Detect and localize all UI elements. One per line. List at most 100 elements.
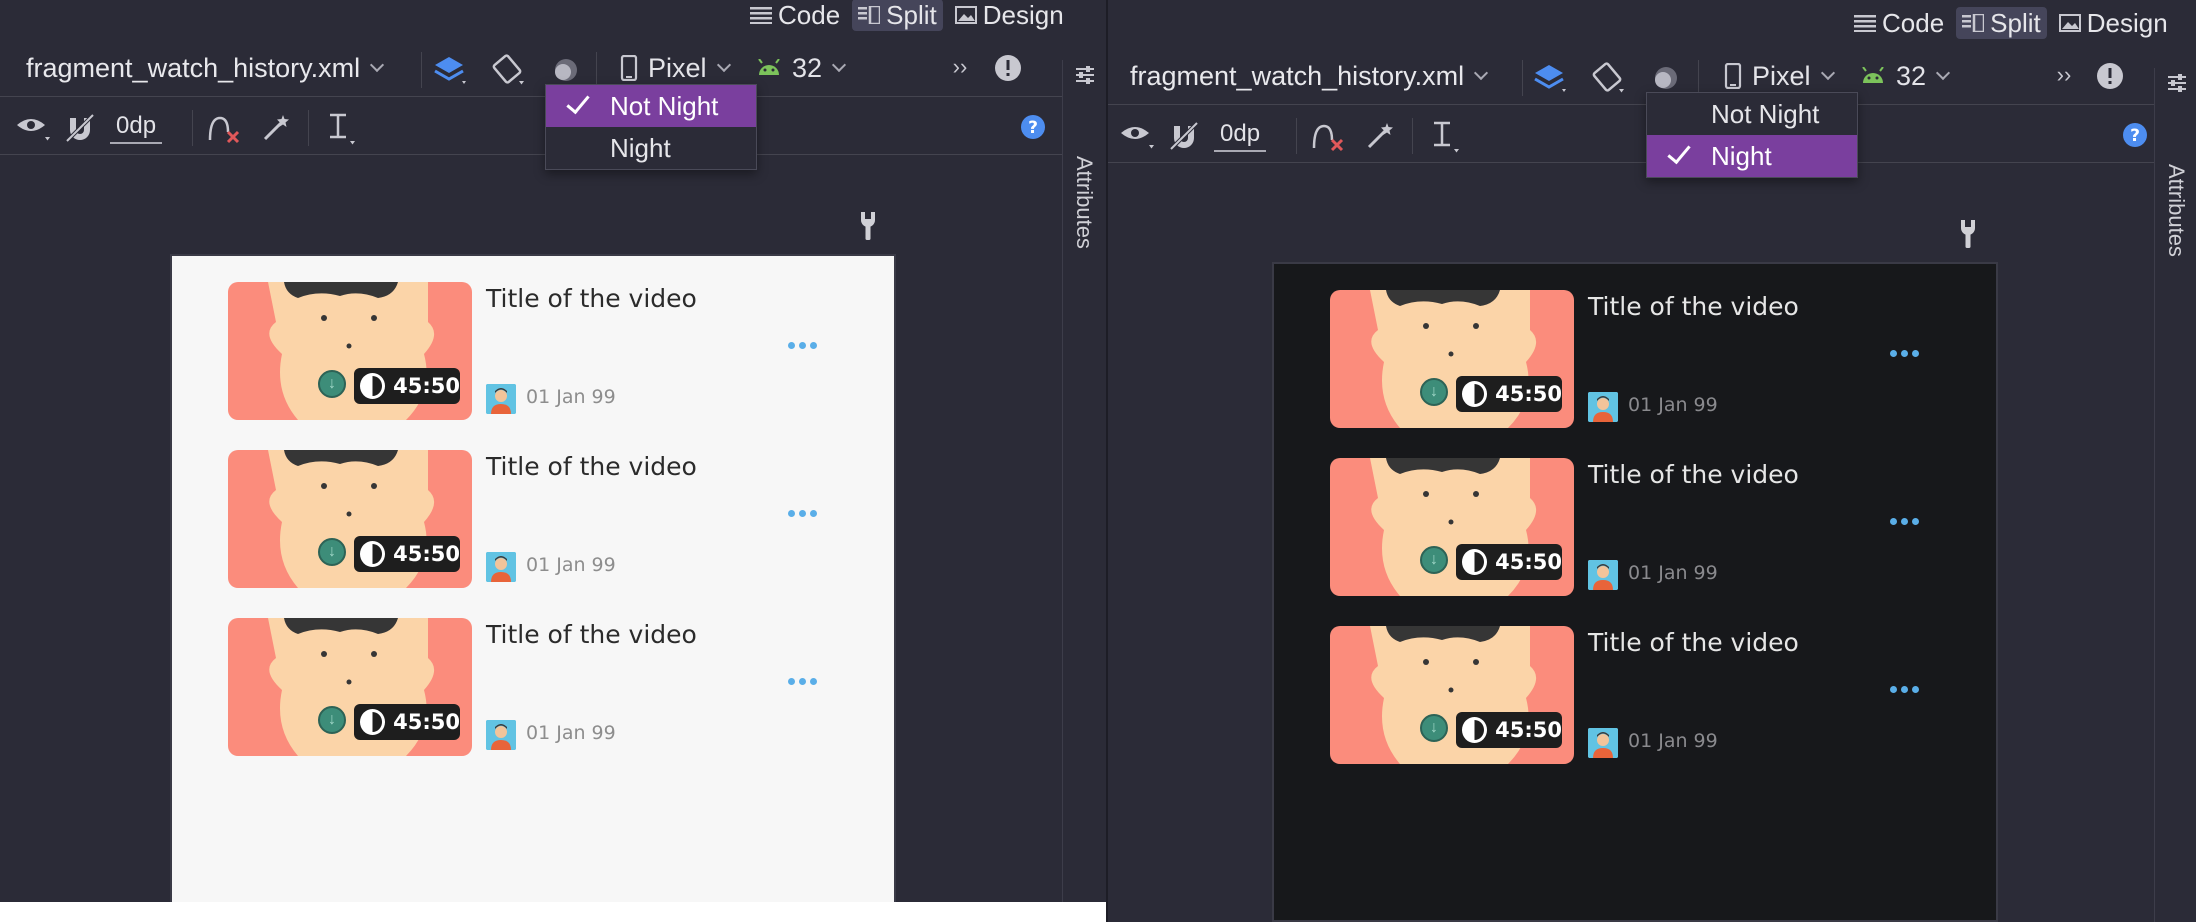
more-options-button[interactable] (788, 678, 817, 685)
layers-button[interactable] (1530, 58, 1572, 98)
issues-button[interactable] (992, 52, 1024, 84)
video-thumbnail: ↓ 45:50 (1330, 626, 1574, 764)
contrast-icon (1462, 717, 1488, 743)
duration-label: 45:50 (1495, 382, 1562, 406)
guidelines-button[interactable] (322, 110, 362, 146)
issues-button[interactable] (2094, 60, 2126, 92)
view-options-button[interactable] (1118, 118, 1158, 154)
clear-constraints-icon (208, 116, 240, 144)
video-thumbnail: ↓ 45:50 (228, 450, 472, 588)
video-thumbnail: ↓ 45:50 (228, 282, 472, 420)
layers-icon (434, 57, 466, 84)
design-view-button[interactable]: Design (2053, 7, 2174, 39)
checkmark-icon (1667, 139, 1691, 165)
menu-item-label: Night (1711, 140, 1772, 171)
more-dot-icon (788, 342, 795, 349)
video-list-item[interactable]: ↓ 45:50 Title of the video 01 Jan 99 (1330, 626, 1970, 764)
split-icon (1962, 14, 1985, 32)
code-view-button[interactable]: Code (744, 0, 846, 31)
infer-constraints-button[interactable] (258, 110, 294, 146)
lines-icon (1854, 15, 1876, 32)
video-list-item[interactable]: ↓ 45:50 Title of the video 01 Jan 99 (228, 450, 868, 588)
guidelines-button[interactable] (1426, 118, 1466, 154)
video-date: 01 Jan 99 (526, 386, 616, 408)
more-options-button[interactable] (1890, 686, 1919, 693)
video-list-item[interactable]: ↓ 45:50 Title of the video 01 Jan 99 (228, 618, 868, 756)
duration-badge: 45:50 (1456, 544, 1562, 580)
default-margin-selector[interactable]: 0dp (110, 110, 163, 146)
more-options-button[interactable] (788, 342, 817, 349)
more-dot-icon (1890, 686, 1897, 693)
more-options-button[interactable] (1890, 518, 1919, 525)
attributes-label: Attributes (1072, 156, 1097, 249)
duration-label: 45:50 (1495, 550, 1562, 574)
autoconnect-button[interactable] (1166, 118, 1202, 154)
align-icon (1434, 121, 1459, 153)
android-icon (758, 59, 780, 75)
menu-item-night[interactable]: Night (1647, 135, 1857, 177)
night-mode-button[interactable] (548, 52, 584, 88)
more-dot-icon (1912, 350, 1919, 357)
overflow-toolbar-button[interactable]: ›› (946, 52, 974, 82)
device-settings-button[interactable] (854, 208, 882, 244)
video-date: 01 Jan 99 (526, 722, 616, 744)
video-title: Title of the video (1588, 292, 1799, 321)
clear-constraints-button[interactable] (204, 110, 244, 146)
video-title: Title of the video (1588, 460, 1799, 489)
duration-badge: 45:50 (1456, 712, 1562, 748)
orientation-button[interactable] (488, 50, 530, 90)
help-button[interactable]: ? (1018, 112, 1048, 142)
attributes-side-tab[interactable]: Attributes (2154, 68, 2196, 922)
file-selector[interactable]: fragment_watch_history.xml (26, 48, 385, 88)
split-view-button[interactable]: Split (852, 0, 943, 31)
design-view-button[interactable]: Design (949, 0, 1070, 31)
svg-text:?: ? (1028, 118, 1038, 138)
video-list-item[interactable]: ↓ 45:50 Title of the video 01 Jan 99 (1330, 458, 1970, 596)
code-view-button[interactable]: Code (1848, 7, 1950, 39)
autoconnect-button[interactable] (62, 110, 98, 146)
video-thumbnail: ↓ 45:50 (1330, 290, 1574, 428)
split-view-button[interactable]: Split (1956, 7, 2047, 39)
api-level-selector[interactable]: 32 (1860, 56, 1951, 96)
video-list-item[interactable]: ↓ 45:50 Title of the video 01 Jan 99 (1330, 290, 1970, 428)
download-icon: ↓ (318, 370, 346, 398)
device-label: Pixel (1752, 60, 1811, 91)
eye-icon (17, 119, 50, 141)
api-level-selector[interactable]: 32 (756, 48, 847, 88)
overflow-toolbar-button[interactable]: ›› (2050, 60, 2078, 90)
layers-icon (1534, 65, 1566, 92)
checkmark-icon (566, 89, 590, 115)
menu-item-not-night[interactable]: Not Night (1647, 93, 1857, 135)
device-label: Pixel (648, 52, 707, 83)
infer-constraints-button[interactable] (1362, 118, 1398, 154)
file-selector[interactable]: fragment_watch_history.xml (1130, 56, 1489, 96)
help-button[interactable]: ? (2120, 120, 2150, 150)
magic-wand-icon (263, 115, 289, 141)
night-mode-button[interactable] (1648, 60, 1684, 96)
wrench-icon (861, 212, 875, 240)
device-selector[interactable]: Pixel (1724, 56, 1835, 96)
device-selector[interactable]: Pixel (620, 48, 731, 88)
attributes-side-tab[interactable]: Attributes (1062, 60, 1106, 922)
phone-icon (620, 55, 638, 81)
video-thumbnail: ↓ 45:50 (1330, 458, 1574, 596)
more-dot-icon (1890, 518, 1897, 525)
chevron-down-icon (1820, 65, 1835, 81)
orientation-button[interactable] (1588, 58, 1630, 98)
more-dot-icon (799, 510, 806, 517)
video-list-item[interactable]: ↓ 45:50 Title of the video 01 Jan 99 (228, 282, 868, 420)
clear-constraints-button[interactable] (1308, 118, 1348, 154)
more-dot-icon (799, 678, 806, 685)
menu-item-not-night[interactable]: Not Night (546, 85, 756, 127)
view-mode-toggle: Code Split Design (1848, 7, 2174, 39)
view-options-button[interactable] (14, 110, 54, 146)
filename-label: fragment_watch_history.xml (26, 52, 361, 83)
default-margin-selector[interactable]: 0dp (1214, 118, 1267, 154)
menu-item-night[interactable]: Night (546, 127, 756, 169)
svg-text:?: ? (2130, 126, 2140, 146)
avatar (1588, 728, 1618, 758)
more-options-button[interactable] (788, 510, 817, 517)
more-options-button[interactable] (1890, 350, 1919, 357)
device-settings-button[interactable] (1954, 216, 1982, 252)
layers-button[interactable] (430, 50, 472, 90)
